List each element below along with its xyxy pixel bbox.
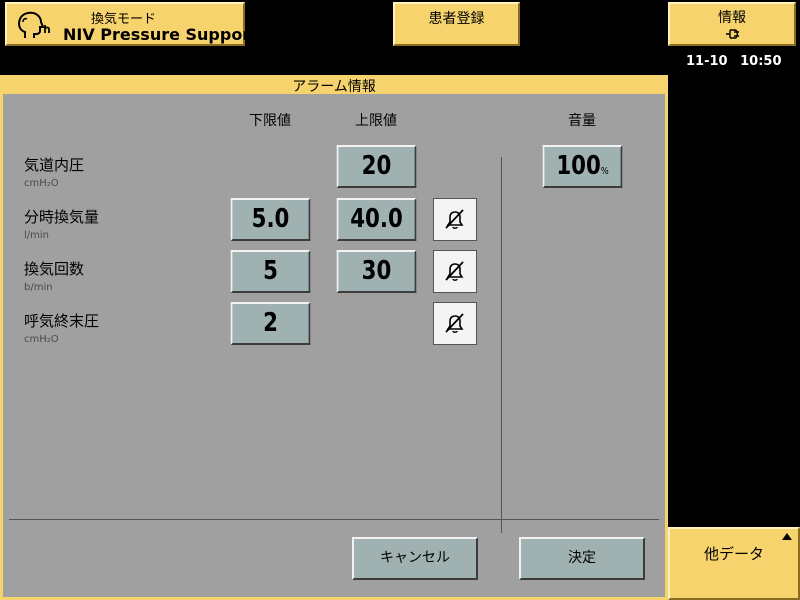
horizontal-divider xyxy=(9,519,659,520)
minute-volume-lower-field[interactable]: 5.0 xyxy=(230,198,311,241)
row-unit-peep: cmH₂O xyxy=(24,334,59,345)
up-arrow-icon xyxy=(782,533,792,540)
peep-mute-button[interactable] xyxy=(433,302,477,345)
ventilation-mode-button[interactable]: 換気モード NIV Pressure Support xyxy=(5,2,258,46)
vertical-divider xyxy=(501,157,502,533)
alarm-off-icon xyxy=(445,261,464,281)
info-label: 情報 xyxy=(718,10,746,26)
respiratory-rate-lower-field[interactable]: 5 xyxy=(230,250,311,293)
patient-registration-button[interactable]: 患者登録 xyxy=(393,2,520,46)
row-label-airway-pressure: 気道内圧 xyxy=(24,156,85,174)
respiratory-rate-mute-button[interactable] xyxy=(433,250,477,293)
other-data-button[interactable]: 他データ xyxy=(668,527,800,600)
alarm-off-icon xyxy=(445,313,464,333)
column-header-upper: 上限値 xyxy=(355,113,397,129)
row-label-minute-volume: 分時換気量 xyxy=(24,208,100,226)
alarm-panel-body: 下限値 上限値 音量 気道内圧 cmH₂O 20 分時換気量 l/min 5.0… xyxy=(3,94,665,597)
column-header-lower: 下限値 xyxy=(249,113,291,129)
date-display: 11-10 xyxy=(686,54,728,69)
patient-head-icon xyxy=(18,11,50,38)
panel-title: アラーム情報 xyxy=(292,79,376,95)
alarm-volume-unit: % xyxy=(600,166,609,177)
alarm-volume-field[interactable]: 100% xyxy=(542,145,623,188)
alarm-panel: アラーム情報 下限値 上限値 音量 気道内圧 cmH₂O 20 分時換気量 l/… xyxy=(0,75,668,600)
plug-icon xyxy=(726,29,739,39)
cancel-button[interactable]: キャンセル xyxy=(352,537,478,580)
other-data-label: 他データ xyxy=(703,545,764,563)
confirm-button[interactable]: 決定 xyxy=(519,537,645,580)
time-display: 10:50 xyxy=(740,54,782,69)
datetime-display: 11-10 10:50 xyxy=(686,54,782,69)
row-label-respiratory-rate: 換気回数 xyxy=(24,260,85,278)
minute-volume-upper-field[interactable]: 40.0 xyxy=(336,198,417,241)
alarm-off-icon xyxy=(445,209,464,229)
info-button[interactable]: 情報 xyxy=(668,2,796,46)
ventilation-mode-value: NIV Pressure Support xyxy=(63,25,258,44)
minute-volume-mute-button[interactable] xyxy=(433,198,477,241)
peep-lower-field[interactable]: 2 xyxy=(230,302,311,345)
row-label-peep: 呼気終末圧 xyxy=(24,312,100,330)
airway-pressure-upper-field[interactable]: 20 xyxy=(336,145,417,188)
row-unit-airway-pressure: cmH₂O xyxy=(24,178,59,189)
row-unit-respiratory-rate: b/min xyxy=(24,282,53,293)
row-unit-minute-volume: l/min xyxy=(24,230,50,241)
alarm-volume-value: 100 xyxy=(556,151,601,181)
respiratory-rate-upper-field[interactable]: 30 xyxy=(336,250,417,293)
column-header-volume: 音量 xyxy=(568,113,596,129)
patient-registration-label: 患者登録 xyxy=(428,11,485,27)
